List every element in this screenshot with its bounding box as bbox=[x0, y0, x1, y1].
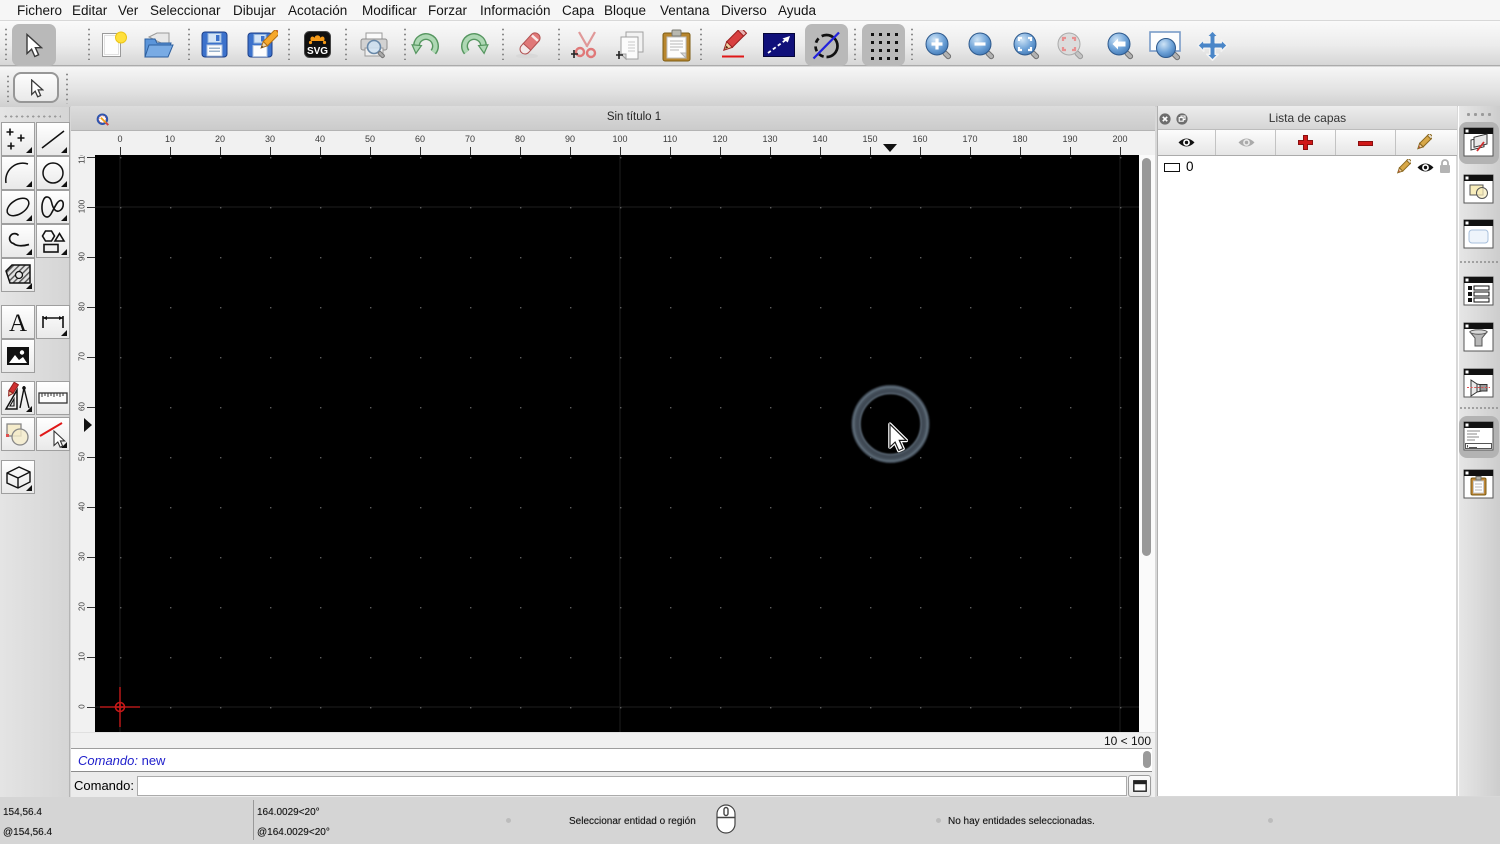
svg-text:SVG: SVG bbox=[307, 46, 328, 57]
svg-text:A: A bbox=[9, 310, 27, 337]
